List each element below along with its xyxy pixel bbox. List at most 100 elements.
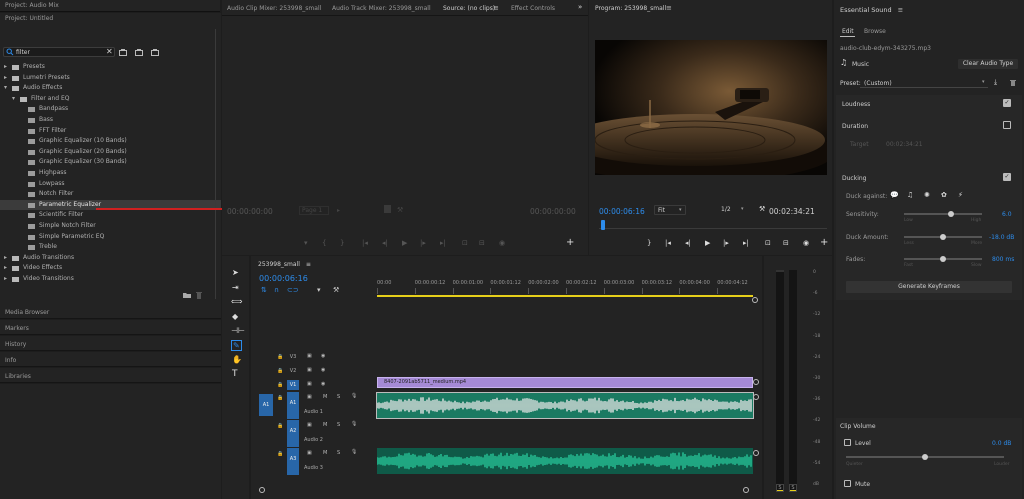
timeline-settings-icon[interactable]: ⚒ <box>333 286 339 294</box>
eye-icon[interactable]: ◉ <box>321 353 325 359</box>
selection-tool-icon[interactable]: ➤ <box>232 268 239 277</box>
program-add-button[interactable]: + <box>820 237 828 248</box>
program-menu-icon[interactable]: ≡ <box>666 4 672 12</box>
tree-folder[interactable]: ▾ Audio Effects <box>0 83 221 94</box>
audio-track-a2[interactable]: 🔒 A2 ▣ M S 🎙 Audio 2 <box>251 420 377 447</box>
timeline-tab[interactable]: 253998_small ≡ <box>258 261 311 268</box>
tab-effect-controls[interactable]: Effect Controls <box>511 5 555 12</box>
mark-out-icon[interactable]: } <box>647 239 651 247</box>
add-marker-icon[interactable]: ▾ <box>317 286 321 294</box>
level-checkbox[interactable] <box>844 439 851 446</box>
accelerated-effects-filter-icon[interactable] <box>119 49 127 56</box>
slip-tool-icon[interactable]: ⊣⊢ <box>231 326 245 335</box>
tree-effect[interactable]: Graphic Equalizer (20 Bands) <box>0 147 221 158</box>
sensitivity-value[interactable]: 6.0 <box>1002 211 1012 218</box>
lock-icon[interactable]: 🔒 <box>277 395 283 401</box>
tree-effect[interactable]: Notch Filter <box>0 189 221 200</box>
chevron-right-icon[interactable]: ▸ <box>4 62 7 73</box>
tree-folder[interactable]: ▸ Lumetri Presets <box>0 73 221 84</box>
sensitivity-slider[interactable] <box>904 211 982 217</box>
extract-icon[interactable]: ⊟ <box>783 239 789 247</box>
eye-icon[interactable]: ◉ <box>321 381 325 387</box>
source-timecode-left[interactable]: 00:00:00:00 <box>227 207 273 216</box>
chevron-down-icon[interactable]: ▾ <box>12 94 15 105</box>
ambience-duck-icon[interactable]: ✿ <box>941 191 947 199</box>
collapsed-panel-media-browser[interactable]: Media Browser <box>0 304 221 319</box>
audio-clip-a3[interactable] <box>377 448 753 474</box>
timeline-menu-icon[interactable]: ≡ <box>306 261 311 268</box>
video-track-v2[interactable]: 🔒 V2 ▣ ◉ <box>251 365 377 378</box>
tab-source[interactable]: Source: (no clips) <box>443 5 495 12</box>
essential-sound-title[interactable]: Essential Sound ≡ <box>840 6 903 14</box>
sync-lock-icon[interactable]: ▣ <box>307 381 312 387</box>
loudness-checkbox[interactable]: ✓ <box>1003 99 1011 107</box>
chevron-right-icon[interactable]: ▸ <box>4 263 7 274</box>
wrench-icon[interactable]: ⚒ <box>759 205 765 213</box>
tree-folder[interactable]: ▸ Video Effects <box>0 263 221 274</box>
export-frame-icon[interactable]: ◉ <box>803 239 809 247</box>
timeline-timecode[interactable]: 00:00:06:16 <box>259 274 308 283</box>
tree-effect[interactable]: Simple Notch Filter <box>0 221 221 232</box>
lock-icon[interactable]: 🔒 <box>277 451 283 457</box>
ripple-edit-tool-icon[interactable]: ⟺ <box>231 297 242 306</box>
clear-audio-type-button[interactable]: Clear Audio Type <box>958 59 1018 69</box>
sync-lock-icon[interactable]: ▣ <box>307 422 312 428</box>
microphone-icon[interactable]: 🎙 <box>351 393 357 399</box>
dialogue-duck-icon[interactable]: 💬 <box>890 191 899 199</box>
go-to-out-icon[interactable]: ▸| <box>440 239 446 247</box>
play-icon[interactable]: ▶ <box>402 239 407 247</box>
solo-right-button[interactable]: S <box>789 484 797 492</box>
tree-folder[interactable]: ▸ Presets <box>0 62 221 73</box>
save-preset-icon[interactable]: ⤓ <box>994 78 997 87</box>
fades-knob[interactable] <box>940 256 946 262</box>
source-patch-a1[interactable]: A1 <box>259 394 273 416</box>
lock-icon[interactable]: 🔒 <box>277 423 283 429</box>
mark-out-icon[interactable]: } <box>340 239 344 247</box>
mute-checkbox[interactable] <box>844 480 851 487</box>
tree-folder[interactable]: ▸ Video Transitions <box>0 274 221 285</box>
tree-effect[interactable]: Lowpass <box>0 179 221 190</box>
pen-tool-icon[interactable]: ✎ <box>231 340 242 351</box>
timeline-track-end-handle[interactable] <box>753 450 759 456</box>
go-to-in-icon[interactable]: |◂ <box>362 239 368 247</box>
timeline-track-end-handle[interactable] <box>753 394 759 400</box>
program-mini-ruler[interactable] <box>599 221 827 229</box>
sync-lock-icon[interactable]: ▣ <box>307 450 312 456</box>
track-name[interactable]: Audio 1 <box>304 409 323 415</box>
sensitivity-knob[interactable] <box>947 211 954 217</box>
panel-menu-icon[interactable]: ≡ <box>898 6 903 14</box>
overflow-tabs-icon[interactable]: » <box>578 3 582 11</box>
snap-icon[interactable]: ∩ <box>274 286 279 294</box>
source-add-button[interactable]: + <box>566 237 574 248</box>
eye-icon[interactable]: ◉ <box>321 367 325 373</box>
delete-preset-icon[interactable] <box>1010 79 1016 86</box>
add-marker-icon[interactable]: ▾ <box>304 239 308 247</box>
mute-button[interactable]: M <box>323 394 327 400</box>
track-target-toggle[interactable]: V2 <box>287 366 299 376</box>
track-select-tool-icon[interactable]: ⇥ <box>232 283 239 292</box>
timeline-scroll-right[interactable] <box>752 297 758 303</box>
go-to-in-icon[interactable]: |◂ <box>665 239 671 247</box>
timeline-track-end-handle[interactable] <box>753 379 759 385</box>
chevron-right-icon[interactable]: ▸ <box>4 253 7 264</box>
linked-selection-icon[interactable]: ⊂⊃ <box>287 286 299 294</box>
duration-label[interactable]: Duration <box>842 123 868 130</box>
project-tab[interactable]: Project: Untitled <box>5 15 53 22</box>
delete-icon[interactable] <box>196 291 202 299</box>
tree-effect[interactable]: Graphic Equalizer (10 Bands) <box>0 136 221 147</box>
tab-audio-clip-mixer[interactable]: Audio Clip Mixer: 253998_small <box>227 5 321 12</box>
go-to-out-icon[interactable]: ▸| <box>743 239 749 247</box>
program-timecode[interactable]: 00:00:06:16 <box>599 207 645 216</box>
audio-clip-a1[interactable] <box>376 392 754 419</box>
solo-button[interactable]: S <box>337 422 340 428</box>
preset-select[interactable]: (Custom) ▾ <box>860 78 988 88</box>
level-value[interactable]: 0.0 dB <box>992 440 1011 447</box>
solo-button[interactable]: S <box>337 450 340 456</box>
nest-icon[interactable]: ⇅ <box>261 286 267 294</box>
mark-in-icon[interactable]: { <box>322 239 326 247</box>
step-back-icon[interactable]: ◂| <box>685 239 691 247</box>
microphone-icon[interactable]: 🎙 <box>351 449 357 455</box>
ducking-label[interactable]: Ducking <box>842 175 866 182</box>
project-header[interactable]: Project: Audio Mix <box>0 0 220 12</box>
new-bin-icon[interactable] <box>183 292 191 298</box>
